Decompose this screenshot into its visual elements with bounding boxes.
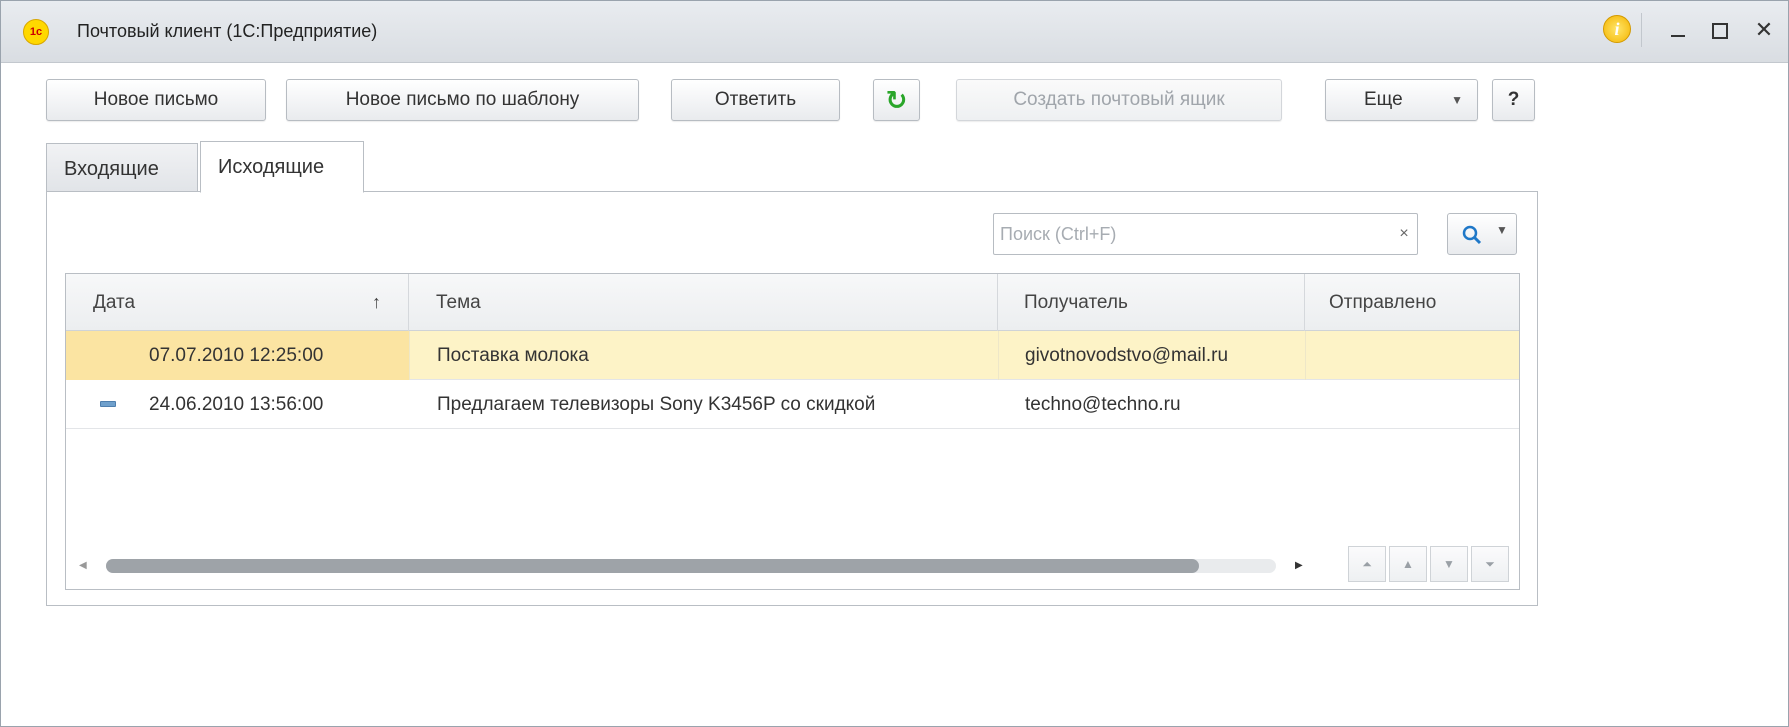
reply-button[interactable]: Ответить	[671, 79, 840, 121]
create-mailbox-button[interactable]: Создать почтовый ящик	[956, 79, 1282, 121]
refresh-button[interactable]: ↻	[873, 79, 920, 121]
window-title: Почтовый клиент (1С:Предприятие)	[77, 21, 378, 41]
chevron-down-icon: ▼	[1496, 223, 1508, 237]
cell-recipient: givotnovodstvo@mail.ru	[998, 331, 1305, 380]
go-to-first-button[interactable]: ⏶	[1348, 546, 1386, 582]
go-down-button[interactable]: ▼	[1430, 546, 1468, 582]
cell-subject: Поставка молока	[409, 331, 998, 380]
column-header-subject[interactable]: Тема	[409, 274, 998, 331]
search-icon	[1462, 225, 1482, 245]
cell-date: 24.06.2010 13:56:00	[149, 394, 324, 415]
messages-table: Дата ↑ Тема Получатель Отправлено 07.07.…	[65, 273, 1520, 590]
chevron-down-icon: ▼	[1451, 93, 1463, 107]
cell-date: 07.07.2010 12:25:00	[66, 331, 409, 380]
column-header-recipient[interactable]: Получатель	[998, 274, 1305, 331]
refresh-icon: ↻	[885, 85, 908, 115]
app-logo: 1c	[23, 19, 49, 45]
down-icon: ▼	[1443, 557, 1455, 571]
column-header-sent[interactable]: Отправлено	[1305, 274, 1519, 331]
up-icon: ▲	[1402, 557, 1414, 571]
go-to-last-button[interactable]: ⏷	[1471, 546, 1509, 582]
cell-recipient: techno@techno.ru	[1025, 394, 1181, 415]
first-icon: ⏶	[1362, 557, 1372, 571]
tab-incoming[interactable]: Входящие	[46, 143, 198, 192]
more-menu-button[interactable]: Еще ▼	[1325, 79, 1478, 121]
new-letter-button[interactable]: Новое письмо	[46, 79, 266, 121]
horizontal-scrollbar-thumb[interactable]	[106, 559, 1199, 573]
help-button[interactable]: ?	[1492, 79, 1535, 121]
go-up-button[interactable]: ▲	[1389, 546, 1427, 582]
scroll-right-arrow-icon[interactable]: ▶	[1295, 560, 1303, 571]
search-input[interactable]: Поиск (Ctrl+F)	[993, 213, 1418, 255]
title-separator	[1641, 13, 1642, 47]
column-header-date[interactable]: Дата ↑	[66, 274, 409, 331]
table-row[interactable]: 07.07.2010 12:25:00 Поставка молока givo…	[66, 331, 1519, 380]
search-button[interactable]: ▼	[1447, 213, 1517, 255]
more-label: Еще	[1364, 89, 1403, 110]
maximize-icon	[1712, 23, 1728, 40]
search-clear-button[interactable]: ×	[1394, 223, 1414, 245]
info-icon[interactable]: i	[1603, 15, 1631, 43]
cell-sent	[1305, 380, 1519, 429]
table-row[interactable]: 24.06.2010 13:56:00 Предлагаем телевизор…	[66, 380, 1519, 429]
cell-subject: Предлагаем телевизоры Sony K3456P со ски…	[437, 394, 876, 415]
app-window: 1c Почтовый клиент (1С:Предприятие) i ✕ …	[0, 0, 1789, 727]
scroll-left-arrow-icon[interactable]: ◀	[79, 560, 87, 571]
close-button[interactable]: ✕	[1749, 15, 1779, 45]
column-label: Дата	[93, 292, 136, 313]
sort-asc-icon: ↑	[372, 292, 381, 312]
minimize-button[interactable]	[1663, 15, 1693, 45]
last-icon: ⏷	[1485, 557, 1495, 571]
maximize-button[interactable]	[1705, 15, 1735, 45]
new-letter-from-template-button[interactable]: Новое письмо по шаблону	[286, 79, 639, 121]
cell-sent	[1305, 331, 1519, 380]
minimize-icon	[1671, 35, 1685, 38]
table-header: Дата ↑ Тема Получатель Отправлено	[66, 274, 1519, 331]
title-bar: 1c Почтовый клиент (1С:Предприятие) i ✕	[1, 1, 1788, 63]
tab-outgoing[interactable]: Исходящие	[200, 141, 364, 193]
